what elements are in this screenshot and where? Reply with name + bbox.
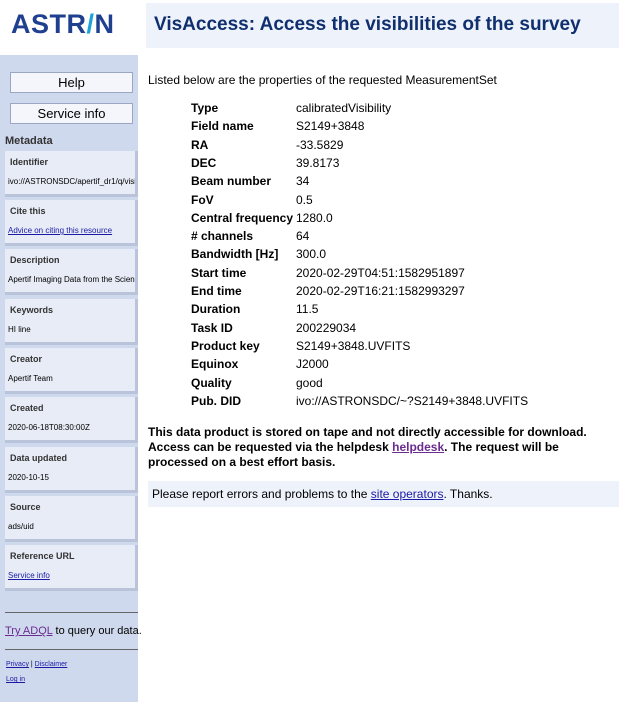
metadata-card-title: Creator (10, 354, 43, 364)
report-text: Please report errors and problems to the… (152, 487, 493, 501)
metadata-card-link[interactable]: Advice on citing this resource (8, 226, 112, 235)
metadata-card: Source ads/uid (5, 496, 138, 542)
property-value: 2020-02-29T16:21:1582993297 (296, 284, 465, 298)
property-value: -33.5829 (296, 138, 344, 152)
property-value: 34 (296, 174, 310, 188)
metadata-card-value: ivo://ASTRONSDC/apertif_dr1/q/visibility (8, 177, 138, 186)
property-key: Equinox (191, 357, 239, 371)
property-key: DEC (191, 156, 217, 170)
metadata-heading: Metadata (5, 135, 53, 147)
property-key: Bandwidth [Hz] (191, 247, 279, 261)
metadata-card: Created 2020-06-18T08:30:00Z (5, 397, 138, 443)
metadata-card: Cite this Advice on citing this resource (5, 200, 138, 246)
metadata-card-title: Keywords (10, 305, 54, 315)
property-key: Duration (191, 302, 241, 316)
property-value: ivo://ASTRONSDC/~?S2149+3848.UVFITS (296, 394, 529, 408)
page-title: VisAccess: Access the visibilities of th… (154, 14, 581, 35)
try-adql-link[interactable]: Try ADQL (5, 625, 52, 637)
footer-links: Privacy | Disclaimer (6, 661, 68, 668)
helpdesk-link[interactable]: helpdesk (392, 440, 444, 454)
property-key: FoV (191, 193, 214, 207)
metadata-card: Keywords HI line (5, 299, 138, 345)
metadata-card-title: Source (10, 502, 41, 512)
report-box: Please report errors and problems to the… (148, 481, 619, 507)
metadata-card-value: Apertif Imaging Data from the Science (8, 275, 138, 284)
property-value: calibratedVisibility (296, 101, 392, 115)
property-key: Type (191, 101, 219, 115)
property-value: 64 (296, 229, 310, 243)
title-bar: VisAccess: Access the visibilities of th… (146, 3, 619, 48)
metadata-card-title: Data updated (10, 453, 68, 463)
property-key: RA (191, 138, 209, 152)
property-key: # channels (191, 229, 254, 243)
metadata-card-value: 2020-06-18T08:30:00Z (8, 423, 90, 432)
property-key: End time (191, 284, 242, 298)
privacy-link[interactable]: Privacy (6, 661, 29, 668)
disclaimer-link[interactable]: Disclaimer (35, 661, 68, 668)
property-value: 11.5 (296, 302, 319, 316)
property-value: 0.5 (296, 193, 313, 207)
property-key: Field name (191, 119, 254, 133)
property-key: Start time (191, 266, 247, 280)
metadata-card-title: Created (10, 403, 44, 413)
logo-slash: / (86, 9, 95, 39)
metadata-card: Identifier ivo://ASTRONSDC/apertif_dr1/q/… (5, 151, 138, 197)
property-key: Beam number (191, 174, 272, 188)
metadata-card-value: Apertif Team (8, 374, 53, 383)
property-value: 200229034 (296, 321, 357, 335)
property-key: Quality (191, 376, 232, 390)
login-link[interactable]: Log in (6, 676, 25, 683)
metadata-card-value: 2020-10-15 (8, 473, 49, 482)
metadata-card-link[interactable]: Service info (8, 571, 50, 580)
metadata-card: Creator Apertif Team (5, 348, 138, 394)
metadata-card-title: Description (10, 255, 60, 265)
logo-area: ASTR/N (0, 0, 138, 55)
metadata-card-title: Cite this (10, 206, 46, 216)
property-key: Pub. DID (191, 394, 241, 408)
property-value: 300.0 (296, 247, 327, 261)
sidebar: ASTR/N Help Service info Metadata Try AD… (0, 0, 142, 702)
property-key: Central frequency (191, 211, 294, 225)
service-info-button[interactable]: Service info (10, 103, 133, 124)
property-value: 1280.0 (296, 211, 333, 225)
property-value: 39.8173 (296, 156, 340, 170)
metadata-card: Data updated 2020-10-15 (5, 447, 138, 493)
property-value: 2020-02-29T04:51:1582951897 (296, 266, 465, 280)
divider (5, 612, 138, 613)
adql-line: Try ADQL to query our data. (5, 625, 142, 637)
metadata-card-value: ads/uid (8, 522, 34, 531)
metadata-card: Reference URL Service info (5, 545, 138, 591)
intro-text: Listed below are the properties of the r… (148, 73, 497, 87)
help-button[interactable]: Help (10, 72, 133, 93)
metadata-card-title: Identifier (10, 157, 49, 167)
property-value: S2149+3848 (296, 119, 365, 133)
adql-text: to query our data. (52, 625, 142, 637)
divider (5, 649, 138, 650)
property-value: J2000 (296, 357, 329, 371)
property-value: S2149+3848.UVFITS (296, 339, 411, 353)
property-value: good (296, 376, 323, 390)
property-key: Task ID (191, 321, 233, 335)
metadata-card: Description Apertif Imaging Data from the… (5, 249, 138, 295)
metadata-card-title: Reference URL (10, 551, 75, 561)
astron-logo[interactable]: ASTR/N (11, 9, 115, 40)
metadata-card-value: HI line (8, 325, 31, 334)
property-key: Product key (191, 339, 260, 353)
site-operators-link[interactable]: site operators (371, 487, 444, 501)
tape-notice: This data product is stored on tape and … (148, 425, 587, 469)
